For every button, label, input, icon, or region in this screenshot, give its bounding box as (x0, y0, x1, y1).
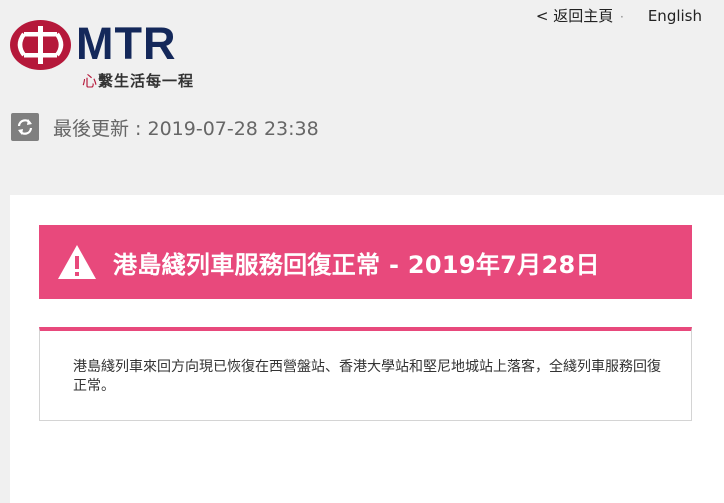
alert-detail-text: 港島綫列車來回方向現已恢復在西營盤站、香港大學站和堅尼地城站上落客，全綫列車服務… (73, 359, 661, 394)
mtr-logo[interactable]: MTR 心繫生活每一程 (10, 16, 210, 92)
language-english-link[interactable]: English (648, 7, 702, 25)
main-content: 港島綫列車服務回復正常 - 2019年7月28日 港島綫列車來回方向現已恢復在西… (10, 195, 724, 503)
last-update-text: 最後更新 : 2019-07-28 23:38 (53, 117, 319, 140)
tagline-text: 繫生活每一程 (98, 72, 195, 90)
alert-detail-box: 港島綫列車來回方向現已恢復在西營盤站、香港大學站和堅尼地城站上落客，全綫列車服務… (39, 327, 692, 421)
link-separator: · (620, 10, 624, 24)
warning-icon (58, 245, 96, 279)
mtr-wordmark: MTR (76, 18, 177, 69)
last-update-row: 最後更新 : 2019-07-28 23:38 (11, 113, 319, 141)
alert-banner: 港島綫列車服務回復正常 - 2019年7月28日 (39, 225, 692, 299)
back-to-home-link[interactable]: < 返回主頁 (536, 7, 613, 25)
top-links: < 返回主頁 · English (536, 6, 702, 27)
alert-title: 港島綫列車服務回復正常 - 2019年7月28日 (113, 250, 600, 279)
mtr-logo-icon (10, 20, 71, 70)
tagline-prefix: 心 (82, 72, 99, 90)
refresh-icon[interactable] (11, 113, 39, 141)
tagline: 心繫生活每一程 (82, 72, 194, 90)
